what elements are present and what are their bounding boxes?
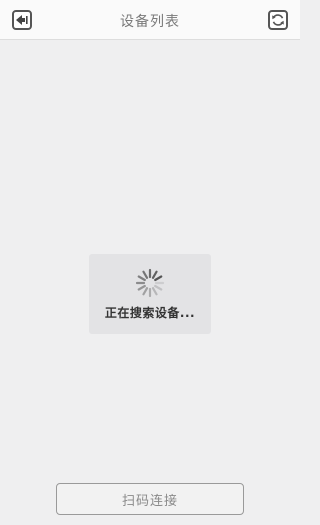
spinner-icon	[135, 268, 165, 298]
spinner-spoke	[137, 275, 146, 282]
spinner-spoke	[142, 287, 149, 296]
refresh-icon	[272, 14, 284, 26]
navigation-bar: 设备列表	[0, 0, 300, 40]
scan-connect-button[interactable]: 扫码连接	[56, 483, 244, 515]
spinner-spoke	[154, 284, 163, 291]
spinner-spoke	[142, 270, 149, 279]
loading-text: 正在搜索设备...	[104, 306, 196, 320]
loading-indicator: 正在搜索设备...	[89, 254, 211, 334]
spinner-spoke	[151, 270, 158, 279]
page-title: 设备列表	[120, 14, 180, 30]
spinner-spoke	[137, 284, 146, 291]
spinner-spoke	[151, 287, 158, 296]
refresh-button[interactable]	[268, 10, 288, 30]
spinner-spoke	[154, 275, 163, 282]
